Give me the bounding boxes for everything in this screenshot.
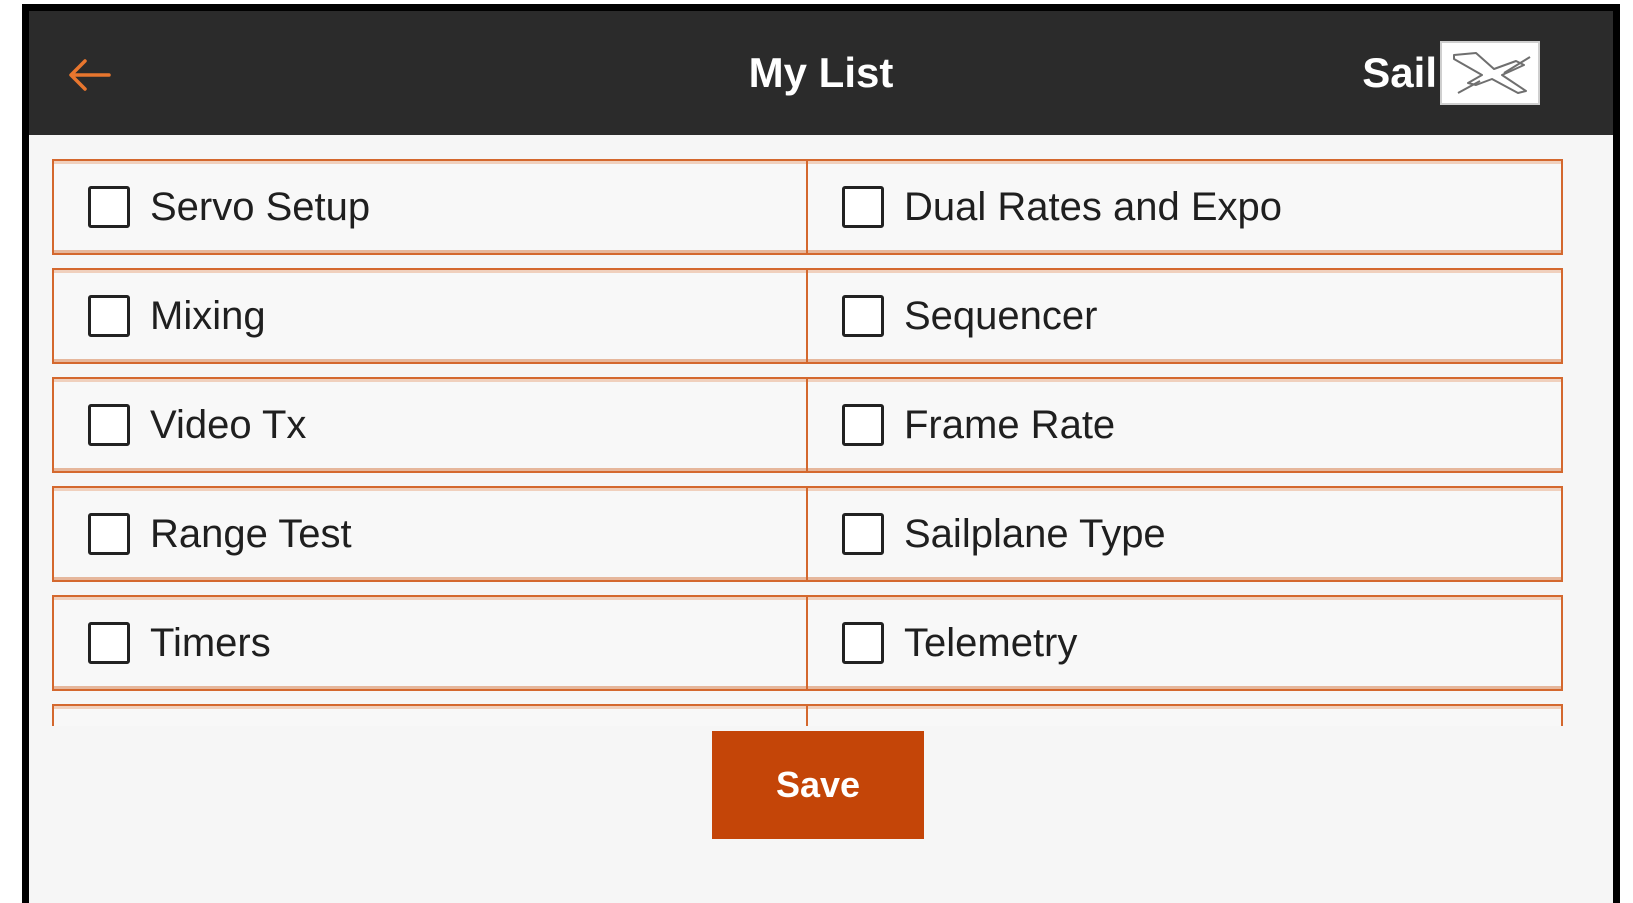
list-item-label: Sequencer (904, 293, 1098, 338)
list-item[interactable] (806, 704, 1563, 726)
checkbox[interactable] (842, 295, 884, 337)
checkbox[interactable] (88, 295, 130, 337)
arrow-left-icon (69, 59, 111, 91)
list-item[interactable]: Sequencer (806, 268, 1563, 364)
list-item[interactable]: Servo Setup (52, 159, 809, 255)
list-item[interactable]: Frame Rate (806, 377, 1563, 473)
list-item[interactable]: Timers (52, 595, 809, 691)
list-item[interactable]: Range Test (52, 486, 809, 582)
back-button[interactable] (59, 45, 119, 105)
function-list[interactable]: Servo Setup Dual Rates and Expo Mixing Sequ… (52, 159, 1587, 726)
model-image[interactable] (1440, 41, 1540, 105)
list-item-label: Mixing (150, 293, 266, 338)
screen: My List Sail Servo Setup Dual Rates and E… (29, 11, 1613, 903)
checkbox[interactable] (88, 186, 130, 228)
checkbox[interactable] (88, 622, 130, 664)
checkbox[interactable] (842, 622, 884, 664)
list-item[interactable]: Sailplane Type (806, 486, 1563, 582)
checkbox[interactable] (842, 513, 884, 555)
list-item-label: Telemetry (904, 620, 1078, 665)
save-button[interactable]: Save (712, 731, 924, 839)
checkbox[interactable] (842, 186, 884, 228)
list-item[interactable] (52, 704, 809, 726)
list-item-label: Servo Setup (150, 184, 371, 229)
list-item[interactable]: Mixing (52, 268, 809, 364)
list-item-label: Frame Rate (904, 402, 1116, 447)
list-item[interactable]: Telemetry (806, 595, 1563, 691)
header-bar: My List Sail (29, 11, 1613, 135)
list-item-label: Dual Rates and Expo (904, 184, 1283, 229)
checkbox[interactable] (88, 513, 130, 555)
checkbox[interactable] (842, 404, 884, 446)
list-item-label: Sailplane Type (904, 511, 1166, 556)
model-name: Sail (1362, 49, 1437, 96)
sailplane-icon (1453, 52, 1531, 94)
list-item-label: Timers (150, 620, 271, 665)
list-item[interactable]: Dual Rates and Expo (806, 159, 1563, 255)
checkbox[interactable] (88, 404, 130, 446)
list-item-label: Range Test (150, 511, 352, 556)
device-frame: My List Sail Servo Setup Dual Rates and E… (22, 4, 1620, 903)
list-item[interactable]: Video Tx (52, 377, 809, 473)
list-item-label: Video Tx (150, 402, 307, 447)
